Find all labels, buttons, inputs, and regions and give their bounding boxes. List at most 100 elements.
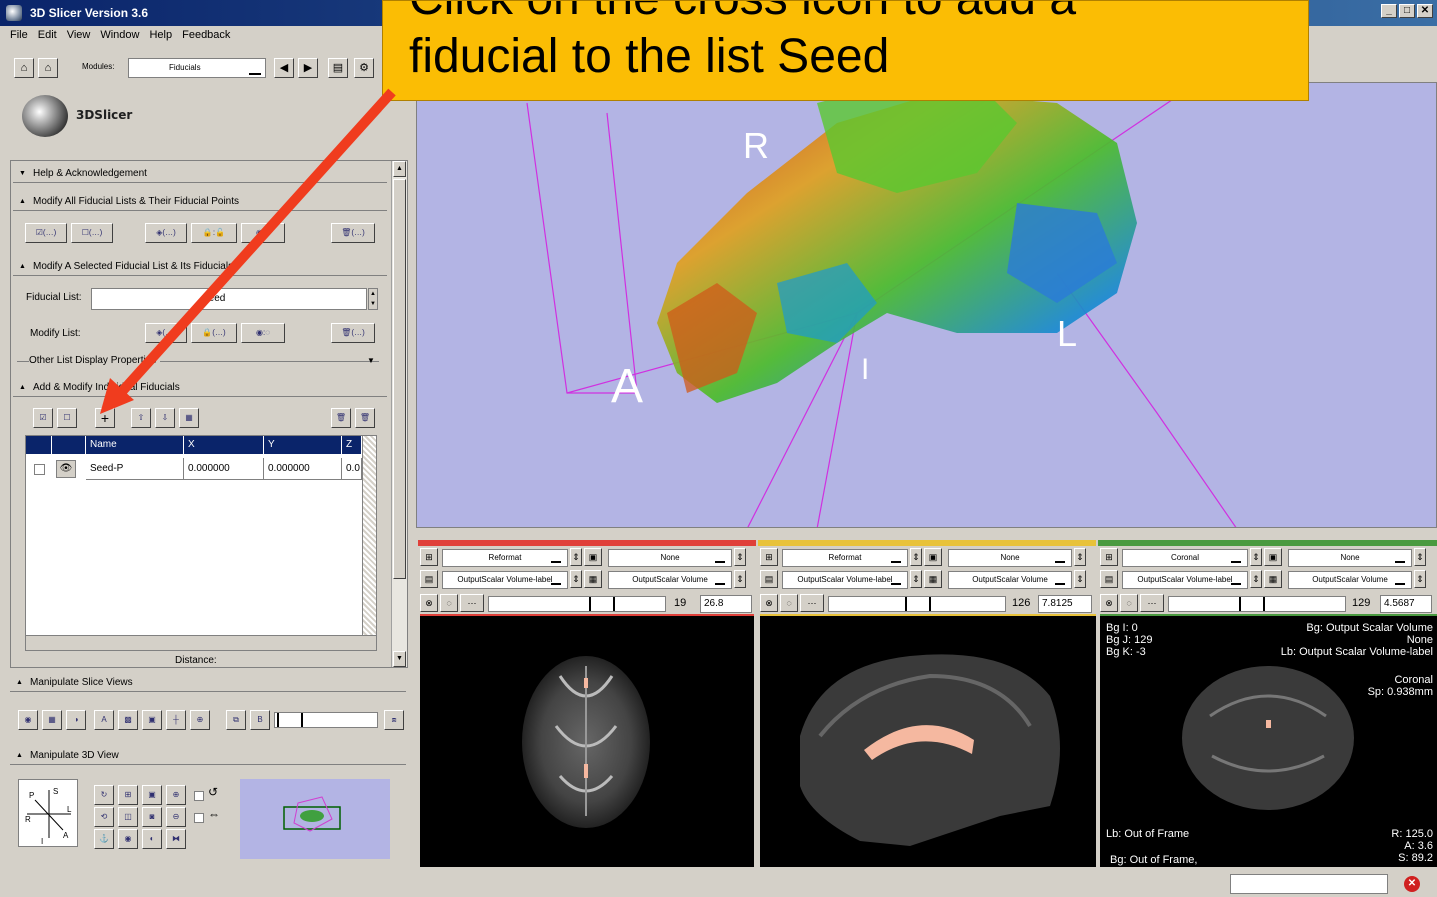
slice-slider-knob-red[interactable] bbox=[589, 597, 615, 611]
row-z-cell[interactable]: 0.0 bbox=[342, 458, 362, 480]
visibility-icon-red[interactable]: ◌ bbox=[440, 594, 458, 612]
label-spin-yellow[interactable]: ⇕ bbox=[910, 570, 922, 588]
orientation-spin-red[interactable]: ⇕ bbox=[570, 548, 582, 566]
menu-feedback[interactable]: Feedback bbox=[182, 26, 230, 44]
3d-view[interactable]: R L A I bbox=[416, 82, 1437, 528]
minimize-icon[interactable]: _ bbox=[1381, 4, 1397, 18]
camera-icon[interactable]: ◙ bbox=[142, 807, 162, 827]
bg-spin-green[interactable]: ⇕ bbox=[1414, 570, 1426, 588]
slice-offset-input-red[interactable]: 26.8 bbox=[700, 595, 752, 613]
module-selector[interactable]: Fiducials bbox=[128, 58, 266, 78]
fiducial-grid-icon[interactable]: ▦ bbox=[179, 408, 199, 428]
menu-view[interactable]: View bbox=[67, 26, 91, 44]
box-view-icon[interactable]: ◫ bbox=[118, 807, 138, 827]
layout-icon[interactable]: ▤ bbox=[328, 58, 348, 78]
label-layer-icon-green[interactable]: ▤ bbox=[1100, 570, 1118, 588]
fg-spin-red[interactable]: ⇕ bbox=[734, 548, 746, 566]
link-icon-green[interactable]: ⊗ bbox=[1100, 594, 1118, 612]
stereo-icon[interactable]: ◐ bbox=[142, 829, 162, 849]
bg-select-green[interactable]: OutputScalar Volume bbox=[1288, 571, 1412, 589]
fade-slider[interactable] bbox=[274, 712, 378, 728]
module-panel-scrollbar[interactable]: ▲ ▼ bbox=[391, 161, 407, 667]
list-eye-icon[interactable]: ◉:◌ bbox=[241, 323, 285, 343]
slice-annotation-icon[interactable]: A bbox=[94, 710, 114, 730]
link-icon-red[interactable]: ⊗ bbox=[420, 594, 438, 612]
spin-view-icon[interactable]: ⟲ bbox=[94, 807, 114, 827]
label-spin-red[interactable]: ⇕ bbox=[570, 570, 582, 588]
table-header-z[interactable]: Z bbox=[342, 436, 362, 454]
table-header-x[interactable]: X bbox=[184, 436, 264, 454]
label-select-red[interactable]: OutputScalar Volume-label bbox=[442, 571, 568, 589]
fg-select-yellow[interactable]: None bbox=[948, 549, 1072, 567]
fiducial-list-spinner[interactable]: ▲ ▼ bbox=[368, 288, 378, 310]
orientation-spin-green[interactable]: ⇕ bbox=[1250, 548, 1262, 566]
fg-spin-green[interactable]: ⇕ bbox=[1414, 548, 1426, 566]
move-up-icon[interactable]: ⇧ bbox=[131, 408, 151, 428]
delete-all-icon[interactable]: 🗑(…) bbox=[331, 223, 375, 243]
delete-all-fiducials-icon[interactable]: 🗑 bbox=[355, 408, 375, 428]
scroll-up-icon[interactable]: ▲ bbox=[393, 161, 406, 177]
slice-label-icon[interactable]: ▣ bbox=[142, 710, 162, 730]
list-delete-icon[interactable]: 🗑(…) bbox=[331, 323, 375, 343]
fade-slider-knob[interactable] bbox=[277, 713, 303, 727]
home-icon[interactable]: ⌂ bbox=[14, 58, 34, 78]
row-x-cell[interactable]: 0.000000 bbox=[184, 458, 264, 480]
spin-toggle-icon[interactable]: ↺ bbox=[208, 785, 226, 803]
slice-fit-icon-yellow[interactable]: ⊞ bbox=[760, 548, 778, 566]
visibility-icon-yellow[interactable]: ◌ bbox=[780, 594, 798, 612]
slice-fit-icon-green[interactable]: ⊞ bbox=[1100, 548, 1118, 566]
manipulate-3d-header[interactable]: Manipulate 3D View bbox=[10, 747, 406, 765]
visibility-all-icon[interactable]: ◈(…) bbox=[145, 223, 187, 243]
scroll-thumb[interactable] bbox=[393, 179, 406, 579]
slice-slider-knob-green[interactable] bbox=[1239, 597, 1265, 611]
slice-linked-icon[interactable]: ◑ bbox=[66, 710, 86, 730]
row-name-cell[interactable]: Seed-P bbox=[86, 458, 184, 480]
slice-view-yellow-sagittal[interactable] bbox=[760, 614, 1096, 867]
bg-layer-icon-yellow[interactable]: ▦ bbox=[924, 570, 942, 588]
slice-fov-icon[interactable]: ◉ bbox=[18, 710, 38, 730]
rock-toggle-icon[interactable]: ⇔ bbox=[208, 807, 226, 825]
more-icon-yellow[interactable]: ⋯ bbox=[800, 594, 824, 612]
fg-layer-icon-green[interactable]: ▣ bbox=[1264, 548, 1282, 566]
slice-slider-knob-yellow[interactable] bbox=[905, 597, 931, 611]
bg-spin-yellow[interactable]: ⇕ bbox=[1074, 570, 1086, 588]
fg-spin-yellow[interactable]: ⇕ bbox=[1074, 548, 1086, 566]
zoom-out-icon[interactable]: ⊖ bbox=[166, 807, 186, 827]
row-visibility-eye-icon[interactable]: 👁 bbox=[56, 460, 76, 478]
menu-edit[interactable]: Edit bbox=[38, 26, 57, 44]
delete-selected-icon[interactable]: 🗑 bbox=[331, 408, 351, 428]
bg-spin-red[interactable]: ⇕ bbox=[734, 570, 746, 588]
deselect-all-fiducials-icon[interactable]: ☐ bbox=[57, 408, 77, 428]
spin-checkbox[interactable] bbox=[194, 791, 204, 801]
table-header-y[interactable]: Y bbox=[264, 436, 342, 454]
lock-all-icon[interactable]: 🔒:🔓 bbox=[191, 223, 237, 243]
fg-icon[interactable]: ⧉ bbox=[226, 710, 246, 730]
label-select-yellow[interactable]: OutputScalar Volume-label bbox=[782, 571, 908, 589]
fg-select-green[interactable]: None bbox=[1288, 549, 1412, 567]
slice-compare-icon[interactable]: ▦ bbox=[42, 710, 62, 730]
crosshair-mode-icon[interactable]: ⊕ bbox=[190, 710, 210, 730]
visibility-3d-icon[interactable]: ◉ bbox=[118, 829, 138, 849]
list-visibility-icon[interactable]: ◈(…) bbox=[145, 323, 187, 343]
center-view-icon[interactable]: ⊞ bbox=[118, 785, 138, 805]
zoom-in-icon[interactable]: ⊕ bbox=[166, 785, 186, 805]
fg-visibility-icon[interactable]: ⧈ bbox=[384, 710, 404, 730]
slice-offset-input-yellow[interactable]: 7.8125 bbox=[1038, 595, 1092, 613]
label-layer-icon-yellow[interactable]: ▤ bbox=[760, 570, 778, 588]
slice-bar-red[interactable] bbox=[418, 540, 756, 546]
other-props-expand-icon[interactable]: ▼ bbox=[367, 356, 375, 365]
maximize-icon[interactable]: □ bbox=[1399, 4, 1415, 18]
crosshair-icon[interactable]: ┼ bbox=[166, 710, 186, 730]
slice-fit-icon-red[interactable]: ⊞ bbox=[420, 548, 438, 566]
orientation-compass[interactable]: P S L R A I bbox=[18, 779, 78, 847]
rock-checkbox[interactable] bbox=[194, 813, 204, 823]
list-lock-icon[interactable]: 🔒(…) bbox=[191, 323, 237, 343]
deselect-all-lists-icon[interactable]: ☐(…) bbox=[71, 223, 113, 243]
row-y-cell[interactable]: 0.000000 bbox=[264, 458, 342, 480]
help-section-header[interactable]: Help & Acknowledgement bbox=[13, 165, 387, 183]
redraw-icon[interactable]: ⧓ bbox=[166, 829, 186, 849]
table-vertical-scrollbar[interactable] bbox=[362, 436, 376, 650]
orientation-select-yellow[interactable]: Reformat bbox=[782, 549, 908, 567]
fg-select-red[interactable]: None bbox=[608, 549, 732, 567]
fg-layer-icon-yellow[interactable]: ▣ bbox=[924, 548, 942, 566]
